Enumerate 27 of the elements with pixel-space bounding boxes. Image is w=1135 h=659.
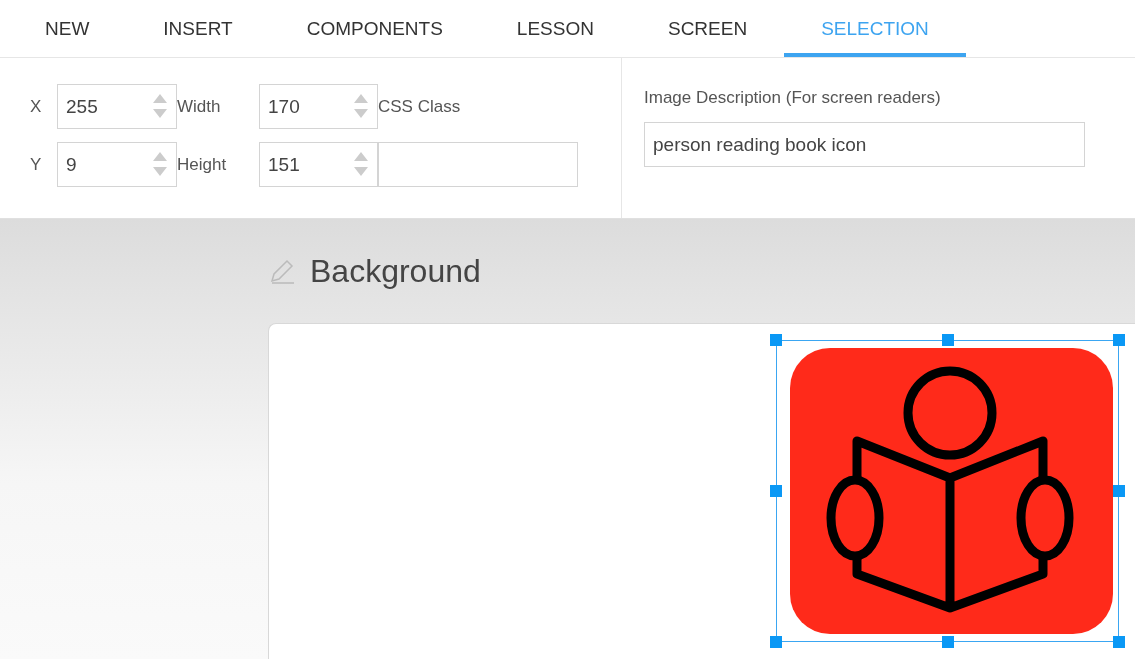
field-label: Image Description (For screen readers) xyxy=(644,88,942,108)
image-description-field[interactable]: person reading book icon xyxy=(644,122,1085,167)
field-label: X xyxy=(30,96,43,117)
tab[interactable]: NEW xyxy=(8,0,127,57)
resize-handle[interactable] xyxy=(770,334,782,346)
canvas-title[interactable]: Background xyxy=(310,252,481,290)
tab[interactable]: LESSON xyxy=(479,0,631,57)
pencil-icon[interactable] xyxy=(268,257,296,285)
tab[interactable]: SCREEN xyxy=(630,0,785,57)
number-field[interactable]: 151 xyxy=(259,142,378,187)
number-field[interactable]: 170 xyxy=(259,84,378,129)
resize-handle[interactable] xyxy=(941,334,954,346)
field-label: CSS Class xyxy=(378,96,462,117)
field-label: Width xyxy=(177,96,222,117)
resize-handle[interactable] xyxy=(1113,334,1125,346)
tab[interactable]: COMPONENTS xyxy=(269,0,480,57)
field-label: Y xyxy=(30,154,43,175)
resize-handle[interactable] xyxy=(1113,485,1125,497)
resize-handle[interactable] xyxy=(770,485,782,497)
css-class-field[interactable] xyxy=(378,142,578,187)
field-label: Height xyxy=(177,154,228,175)
resize-handle[interactable] xyxy=(1113,636,1125,648)
number-field[interactable]: 9 xyxy=(57,142,177,187)
number-field[interactable]: 255 xyxy=(57,84,177,129)
tab[interactable]: INSERT xyxy=(126,0,270,57)
resize-handle[interactable] xyxy=(770,636,782,648)
resize-handle[interactable] xyxy=(941,636,954,648)
